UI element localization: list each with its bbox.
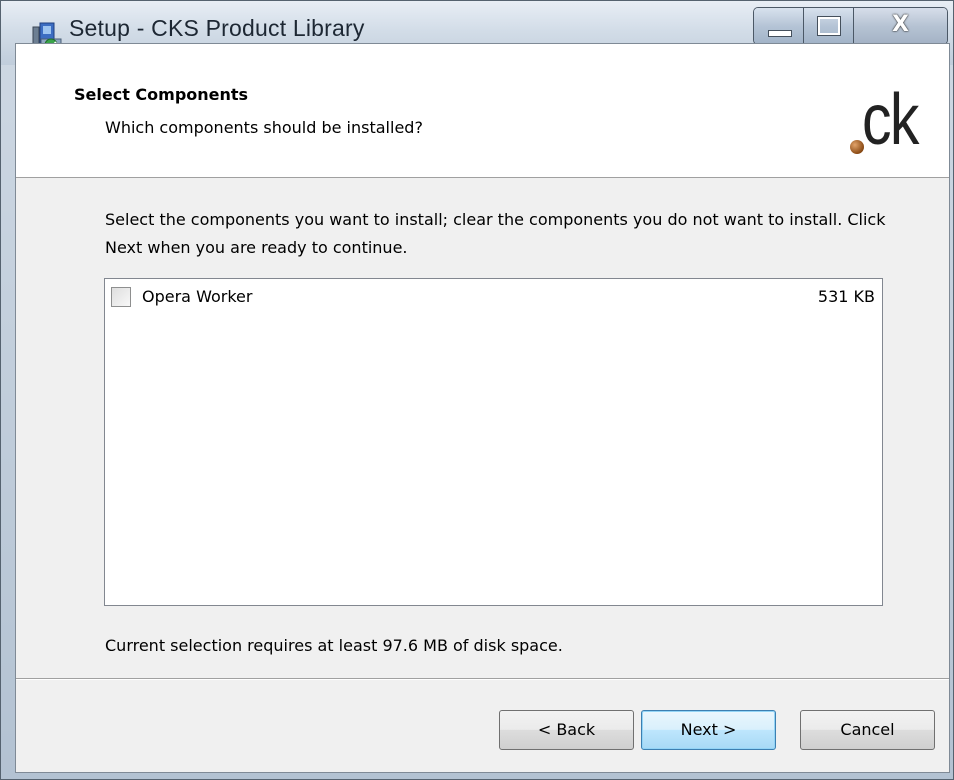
list-item[interactable]: Opera Worker 531 KB [105, 287, 882, 311]
caption-buttons: X [753, 7, 948, 45]
next-button[interactable]: Next > [641, 710, 776, 750]
opera-worker-checkbox[interactable] [111, 287, 131, 307]
logo-text: ck [862, 80, 919, 160]
back-button[interactable]: < Back [499, 710, 634, 750]
cks-logo: ck [844, 84, 954, 174]
wizard-client-area: Select Components Which components shoul… [15, 43, 950, 773]
cancel-button[interactable]: Cancel [800, 710, 935, 750]
component-label: Opera Worker [142, 287, 253, 306]
close-button[interactable]: X [854, 8, 947, 44]
component-size: 531 KB [817, 287, 875, 306]
components-list[interactable]: Opera Worker 531 KB [104, 278, 883, 606]
window-title: Setup - CKS Product Library [69, 15, 365, 41]
maximize-icon [817, 16, 841, 36]
maximize-button[interactable] [804, 8, 854, 44]
instructions-text: Select the components you want to instal… [105, 210, 886, 257]
minimize-button[interactable] [754, 8, 804, 44]
close-icon: X [892, 12, 909, 37]
minimize-icon [768, 30, 792, 37]
setup-window: Setup - CKS Product Library X Select Com… [0, 0, 954, 780]
footer-divider [16, 678, 949, 680]
disk-space-text: Current selection requires at least 97.6… [105, 636, 563, 655]
page-title: Select Components [74, 85, 249, 104]
page-subtitle: Which components should be installed? [105, 118, 423, 137]
wizard-header: Select Components Which components shoul… [16, 44, 949, 178]
